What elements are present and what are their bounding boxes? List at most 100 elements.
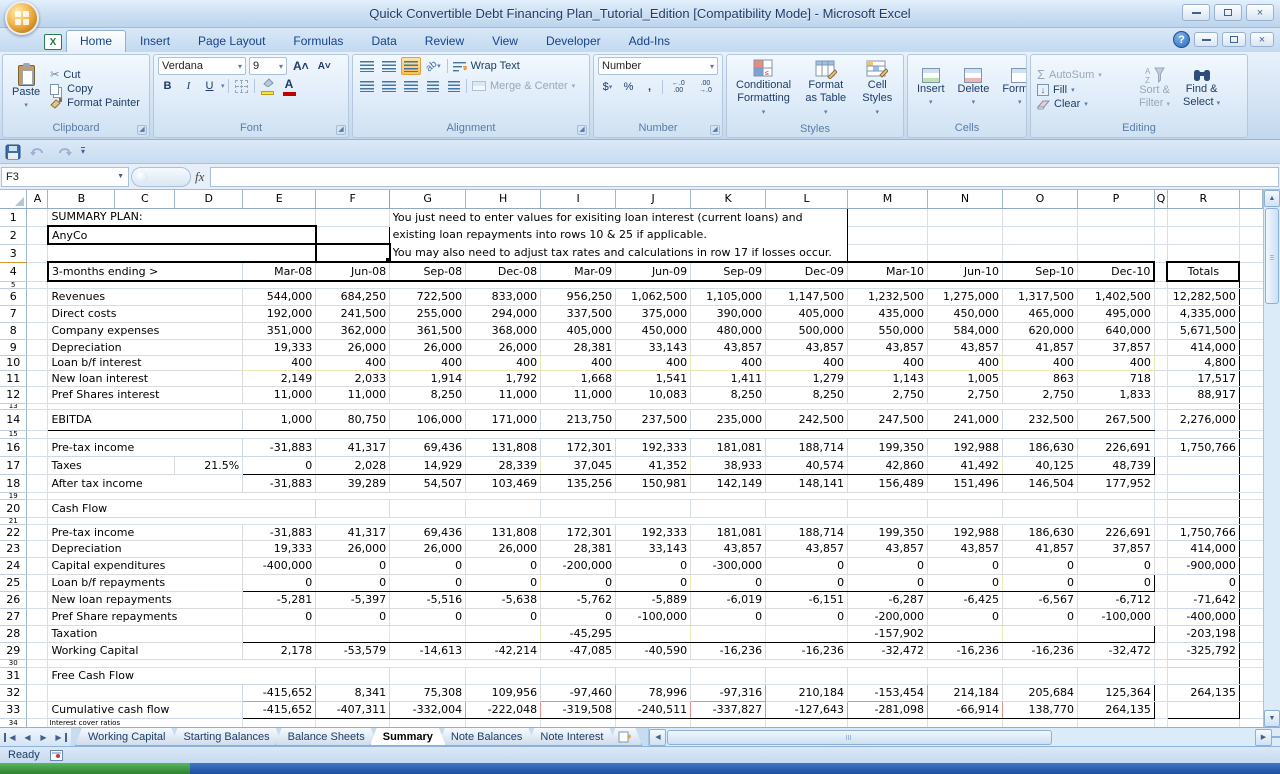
- cell-G31[interactable]: [390, 667, 466, 684]
- row-header-16[interactable]: 16: [0, 438, 27, 456]
- cell-H29[interactable]: -42,214: [466, 642, 541, 659]
- increase-indent-button[interactable]: [444, 77, 463, 95]
- cell-R22-total[interactable]: 1,750,766: [1167, 524, 1239, 540]
- row-header-22[interactable]: 22: [0, 524, 27, 540]
- cell-H9[interactable]: 26,000: [466, 339, 541, 355]
- cell-L18[interactable]: 148,141: [766, 474, 848, 492]
- cell-J26[interactable]: -5,889: [616, 591, 691, 608]
- cell-Q9[interactable]: [1154, 339, 1167, 355]
- cell-A3[interactable]: [27, 244, 48, 262]
- row-label-23[interactable]: Depreciation: [48, 540, 243, 557]
- cell-H25[interactable]: 0: [466, 574, 541, 591]
- column-header-P[interactable]: P: [1077, 190, 1154, 208]
- cell-R8-total[interactable]: 5,671,500: [1167, 322, 1239, 339]
- month-header-Sep-09[interactable]: Sep-09: [691, 262, 766, 281]
- cell-E17[interactable]: 0: [243, 456, 316, 474]
- cell-A30[interactable]: [27, 659, 48, 667]
- column-header-M[interactable]: M: [848, 190, 928, 208]
- cell-H32[interactable]: 109,956: [466, 684, 541, 701]
- cell-O33[interactable]: 138,770: [1002, 701, 1077, 718]
- cell-M31[interactable]: [848, 667, 928, 684]
- scroll-right-icon[interactable]: ▶: [1255, 729, 1272, 746]
- cell-F14[interactable]: 80,750: [316, 409, 390, 430]
- cell-R30[interactable]: [1167, 659, 1239, 667]
- cell-K27[interactable]: 0: [691, 608, 766, 625]
- cell-I23[interactable]: 28,381: [541, 540, 616, 557]
- hidden-row-15[interactable]: [48, 430, 1154, 438]
- scroll-left-icon[interactable]: ◀: [649, 729, 666, 746]
- cell-H26[interactable]: -5,638: [466, 591, 541, 608]
- cell-M18[interactable]: 156,489: [848, 474, 928, 492]
- cell-L10[interactable]: 400: [766, 355, 848, 370]
- cell-A16[interactable]: [27, 438, 48, 456]
- cell-K6[interactable]: 1,105,000: [691, 288, 766, 305]
- cell-Q14[interactable]: [1154, 409, 1167, 430]
- cell-J22[interactable]: 192,333: [616, 524, 691, 540]
- cell-Q10[interactable]: [1154, 355, 1167, 370]
- cell-G23[interactable]: 26,000: [390, 540, 466, 557]
- cell-I9[interactable]: 28,381: [541, 339, 616, 355]
- cell-L24[interactable]: 0: [766, 557, 848, 574]
- cell-M23[interactable]: 43,857: [848, 540, 928, 557]
- cell-N14[interactable]: 241,000: [928, 409, 1003, 430]
- cell-H12[interactable]: 11,000: [466, 386, 541, 403]
- cell-L17[interactable]: 40,574: [766, 456, 848, 474]
- formula-input[interactable]: [210, 167, 1279, 187]
- cell-J9[interactable]: 33,143: [616, 339, 691, 355]
- office-button[interactable]: [5, 1, 39, 35]
- column-header-G[interactable]: G: [390, 190, 466, 208]
- sort-filter-button[interactable]: AZ Sort &Filter ▾: [1134, 64, 1175, 113]
- align-right-button[interactable]: [401, 77, 421, 95]
- cell-L7[interactable]: 405,000: [766, 305, 848, 322]
- sheet-tab-balance-sheets[interactable]: Balance Sheets: [275, 728, 378, 746]
- cell-K14[interactable]: 235,000: [691, 409, 766, 430]
- cell-N28[interactable]: [928, 625, 1003, 642]
- cell-N23[interactable]: 43,857: [928, 540, 1003, 557]
- cell-E22[interactable]: -31,883: [243, 524, 316, 540]
- cell-P24[interactable]: 0: [1077, 557, 1154, 574]
- cell-P27[interactable]: -100,000: [1077, 608, 1154, 625]
- minimize-button[interactable]: [1182, 4, 1210, 21]
- cell-Q34[interactable]: [1154, 718, 1167, 727]
- row-label-16[interactable]: Pre-tax income: [48, 438, 243, 456]
- cell-N34[interactable]: [928, 718, 1003, 727]
- cell-Q32[interactable]: [1154, 684, 1167, 701]
- ribbon-tab-page-layout[interactable]: Page Layout: [184, 30, 279, 52]
- row-header-24[interactable]: 24: [0, 557, 27, 574]
- month-header-Sep-08[interactable]: Sep-08: [390, 262, 466, 281]
- cell-Q20[interactable]: [1154, 499, 1167, 517]
- cell-R18-total[interactable]: [1167, 474, 1239, 492]
- qat-customize-button[interactable]: ▾: [81, 147, 85, 156]
- ribbon-tab-review[interactable]: Review: [411, 30, 478, 52]
- vertical-scrollbar[interactable]: ▲ ▼: [1263, 190, 1280, 727]
- month-header-Mar-08[interactable]: Mar-08: [243, 262, 316, 281]
- cell-A23[interactable]: [27, 540, 48, 557]
- cell-L14[interactable]: 242,500: [766, 409, 848, 430]
- number-dialog-launcher[interactable]: ◢: [710, 125, 720, 135]
- cell-F33[interactable]: -407,311: [316, 701, 390, 718]
- column-header-N[interactable]: N: [928, 190, 1003, 208]
- cell-M22[interactable]: 199,350: [848, 524, 928, 540]
- paste-button[interactable]: Paste ▾: [7, 63, 45, 114]
- cell-N20[interactable]: [928, 499, 1003, 517]
- alignment-dialog-launcher[interactable]: ◢: [577, 125, 587, 135]
- macro-record-icon[interactable]: [50, 750, 63, 761]
- cell-F7[interactable]: 241,500: [316, 305, 390, 322]
- month-header-Jun-08[interactable]: Jun-08: [316, 262, 390, 281]
- cell-K9[interactable]: 43,857: [691, 339, 766, 355]
- restore-button[interactable]: [1214, 4, 1242, 21]
- cell-F32[interactable]: 8,341: [316, 684, 390, 701]
- cell-R2[interactable]: [1167, 226, 1239, 244]
- cell-M9[interactable]: 43,857: [848, 339, 928, 355]
- cell-O1[interactable]: [1002, 208, 1077, 226]
- cell-F11[interactable]: 2,033: [316, 370, 390, 386]
- cell-K22[interactable]: 181,081: [691, 524, 766, 540]
- save-icon[interactable]: [5, 144, 21, 160]
- cell-A26[interactable]: [27, 591, 48, 608]
- name-box[interactable]: F3▼: [1, 167, 129, 187]
- cell-P11[interactable]: 718: [1077, 370, 1154, 386]
- cell-P28[interactable]: [1077, 625, 1154, 642]
- row-header-12[interactable]: 12: [0, 386, 27, 403]
- cell-L34[interactable]: [766, 718, 848, 727]
- cell-I27[interactable]: 0: [541, 608, 616, 625]
